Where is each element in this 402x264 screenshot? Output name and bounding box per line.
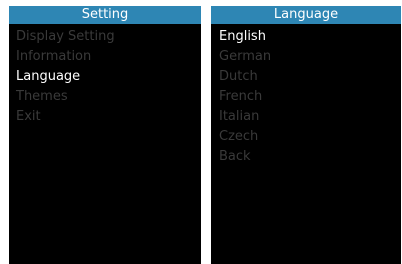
setting-menu-title: Setting bbox=[9, 6, 201, 24]
language-option-czech[interactable]: Czech bbox=[211, 127, 401, 147]
menu-item-language[interactable]: Language bbox=[9, 67, 201, 87]
language-menu-list: English German Dutch French Italian Czec… bbox=[211, 24, 401, 167]
setting-menu-panel: Setting Display Setting Information Lang… bbox=[9, 6, 201, 264]
language-option-german[interactable]: German bbox=[211, 47, 401, 67]
back-menu-item[interactable]: Back bbox=[211, 147, 401, 167]
setting-menu-list: Display Setting Information Language The… bbox=[9, 24, 201, 127]
menu-item-display-setting[interactable]: Display Setting bbox=[9, 27, 201, 47]
menu-item-information[interactable]: Information bbox=[9, 47, 201, 67]
language-menu-panel: Language English German Dutch French Ita… bbox=[211, 6, 401, 264]
menu-item-themes[interactable]: Themes bbox=[9, 87, 201, 107]
menu-item-exit[interactable]: Exit bbox=[9, 107, 201, 127]
language-menu-title: Language bbox=[211, 6, 401, 24]
language-option-french[interactable]: French bbox=[211, 87, 401, 107]
language-option-italian[interactable]: Italian bbox=[211, 107, 401, 127]
language-option-dutch[interactable]: Dutch bbox=[211, 67, 401, 87]
language-option-english[interactable]: English bbox=[211, 27, 401, 47]
